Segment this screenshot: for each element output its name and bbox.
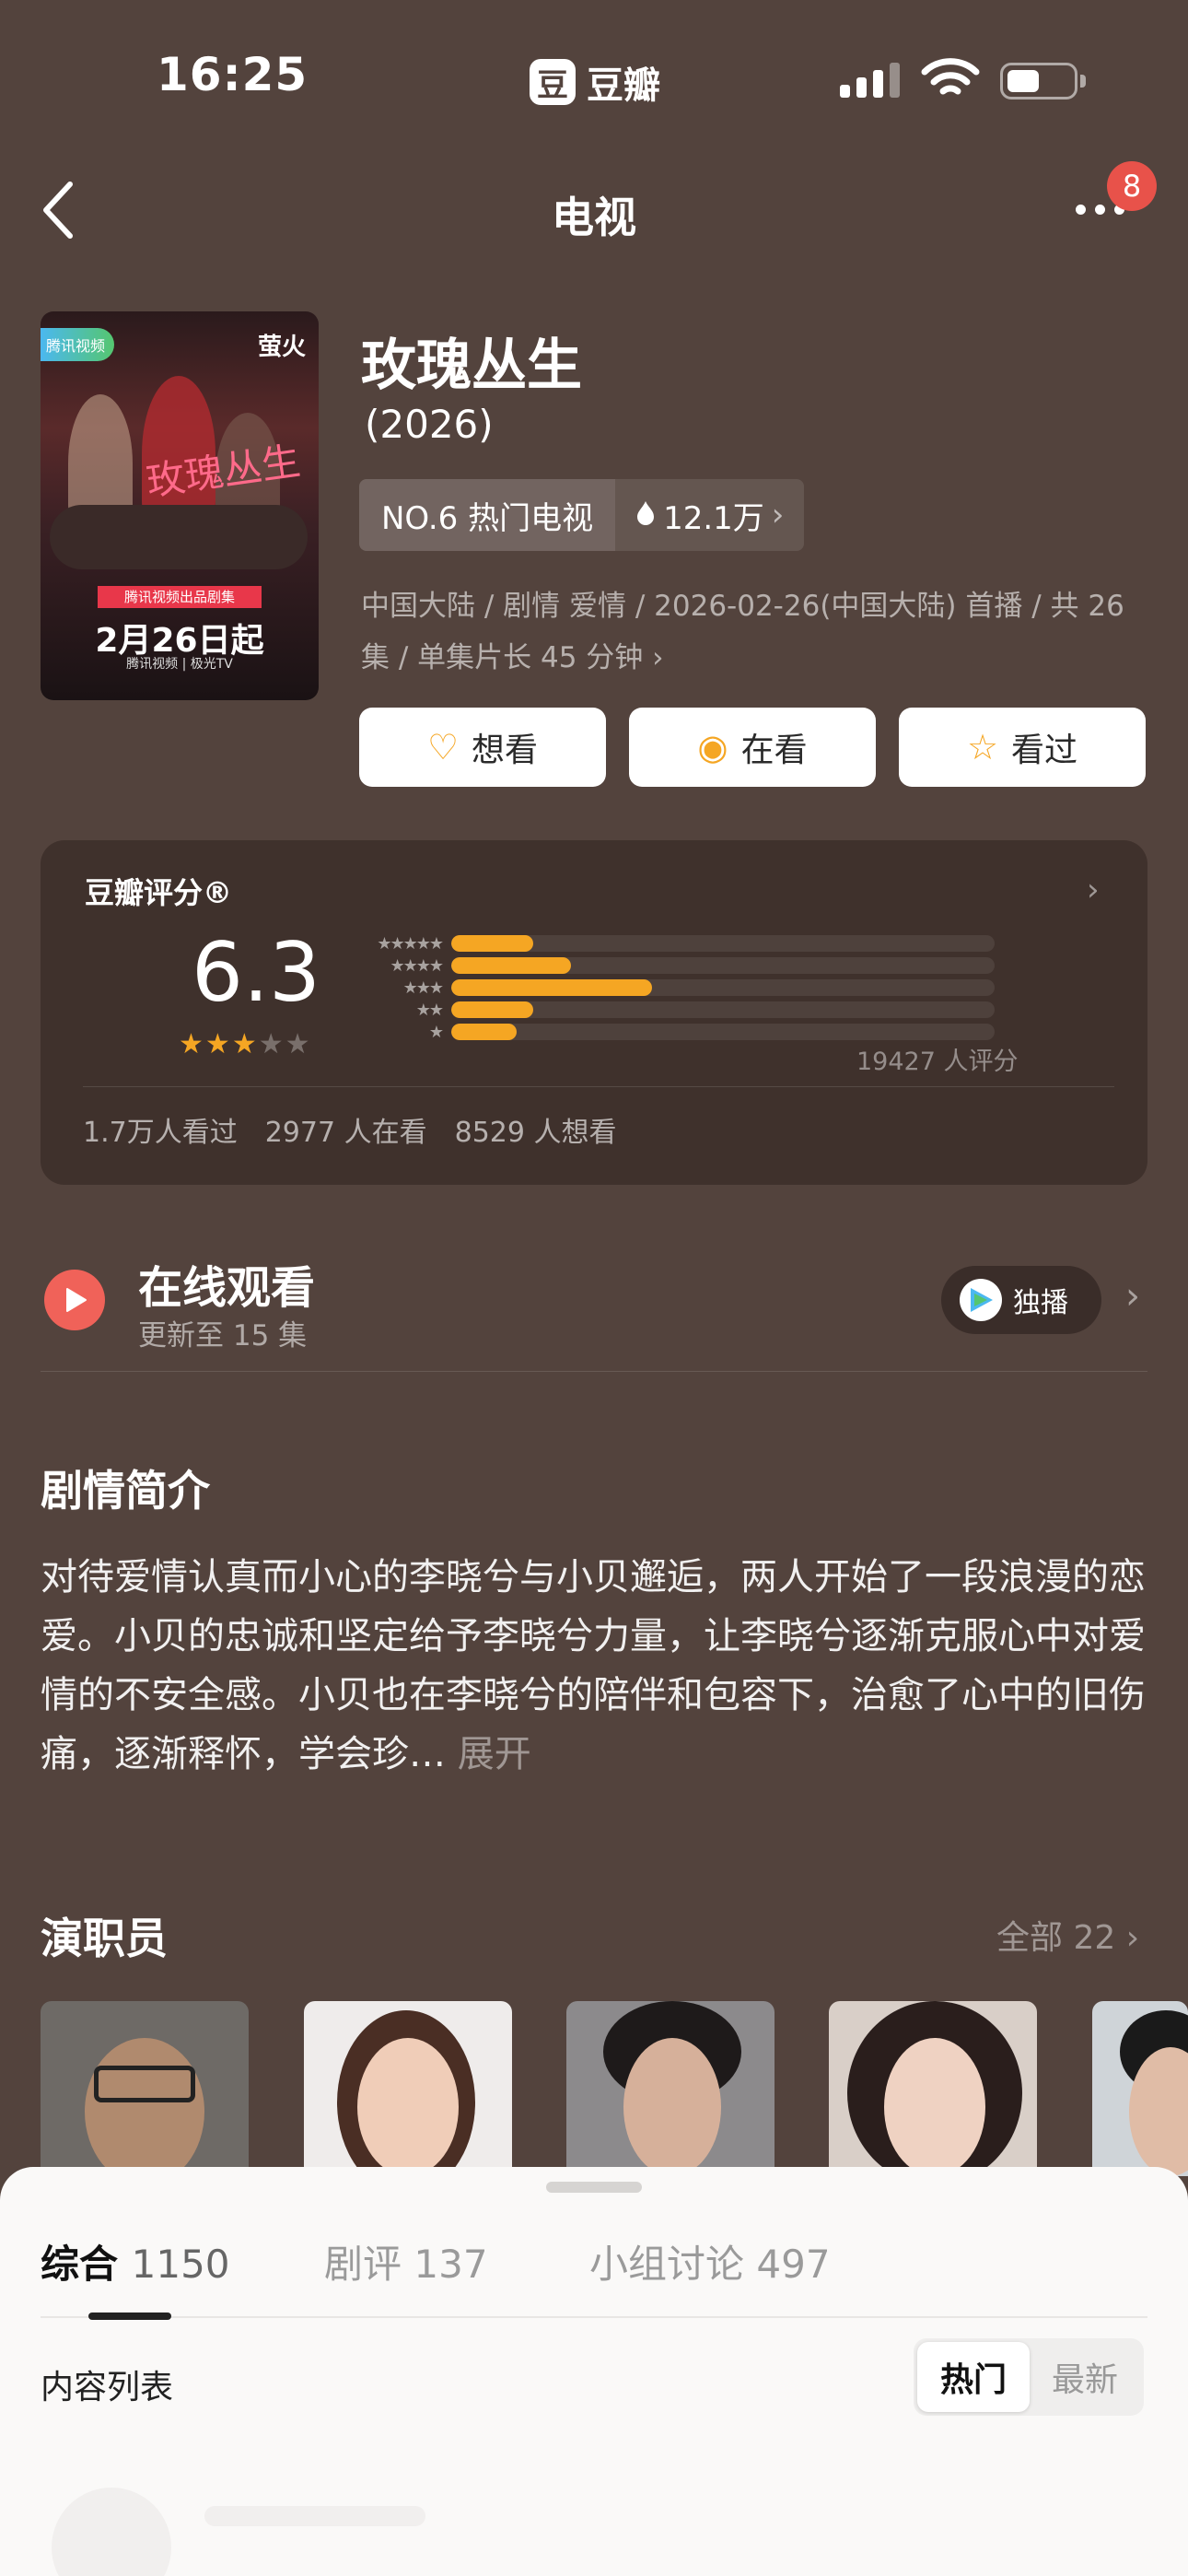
- watching-label: 在看: [740, 732, 808, 769]
- heart-plus-icon: ♡: [426, 727, 460, 767]
- notification-badge[interactable]: 8: [1107, 161, 1157, 211]
- tencent-video-icon: [960, 1279, 1002, 1321]
- sort-hot-button[interactable]: 热门: [917, 2342, 1030, 2412]
- sheet-drag-handle[interactable]: [546, 2182, 642, 2193]
- tab-count: 137: [413, 2242, 488, 2287]
- rating-score: 6.3: [192, 925, 320, 1020]
- heat-indicator: 12.1万 ›: [615, 479, 805, 551]
- synopsis-text: 对待爱情认真而小心的李晓兮与小贝邂逅，两人开始了一段浪漫的恋爱。小贝的忠诚和坚定…: [41, 1548, 1146, 1784]
- rating-row-1: ★: [354, 1022, 995, 1042]
- flame-icon: [635, 497, 656, 533]
- cast-photo[interactable]: [566, 2001, 775, 2176]
- rating-row-4: ★★★★: [354, 955, 995, 976]
- expand-link[interactable]: 展开: [458, 1733, 531, 1775]
- watching-button[interactable]: ◉ 在看: [629, 708, 876, 787]
- chevron-right-icon: ›: [1087, 872, 1100, 908]
- synopsis-title: 剧情简介: [41, 1466, 210, 1516]
- watched-label: 看过: [1011, 732, 1078, 769]
- rating-bar: [451, 1024, 517, 1040]
- poster-brand: 萤火: [257, 334, 306, 361]
- target-icon: ◉: [697, 727, 728, 767]
- chevron-right-icon: ›: [771, 497, 785, 533]
- battery-icon: [1000, 63, 1086, 100]
- cast-photo[interactable]: [304, 2001, 512, 2176]
- rating-bar: [451, 1001, 533, 1018]
- rating-row-stars: ★★: [415, 1000, 444, 1020]
- rating-bar: [451, 979, 653, 996]
- divider: [41, 1371, 1147, 1372]
- cast-all-link[interactable]: 全部 22 ›: [996, 1911, 1139, 1959]
- cast-photo[interactable]: [41, 2001, 249, 2176]
- tab-label: 小组讨论: [589, 2242, 745, 2287]
- synopsis-body: 对待爱情认真而小心的李晓兮与小贝邂逅，两人开始了一段浪漫的恋爱。小贝的忠诚和坚定…: [41, 1556, 1146, 1775]
- rank-badge[interactable]: NO.6 热门电视 12.1万 ›: [359, 479, 805, 551]
- rating-bar: [451, 957, 571, 974]
- rating-row-5: ★★★★★: [354, 933, 995, 954]
- show-meta-info[interactable]: 中国大陆 / 剧情 爱情 / 2026-02-26(中国大陆) 首播 / 共 2…: [361, 580, 1144, 684]
- star-outline-icon: ☆: [966, 727, 999, 767]
- tab-overview[interactable]: 综合 1150: [41, 2233, 230, 2289]
- star-filled-icon: ★: [204, 1028, 232, 1060]
- rating-row-2: ★★: [354, 1000, 995, 1020]
- tab-count: 1150: [131, 2242, 230, 2287]
- wifi-icon: [921, 57, 980, 103]
- rating-row-stars: ★★★: [402, 978, 444, 998]
- play-icon[interactable]: [44, 1270, 105, 1330]
- divider: [41, 2316, 1147, 2318]
- rating-stats: 1.7万人看过 2977 人在看 8529 人想看: [83, 1109, 617, 1150]
- watched-count[interactable]: 1.7万人看过: [83, 1109, 238, 1150]
- rating-row-stars: ★: [428, 1022, 444, 1042]
- tab-reviews[interactable]: 剧评 137: [324, 2233, 488, 2289]
- rank-label: NO.6 热门电视: [359, 479, 616, 551]
- tab-count: 497: [756, 2242, 831, 2287]
- online-watch-title[interactable]: 在线观看: [138, 1251, 315, 1316]
- content-list-title: 内容列表: [41, 2369, 174, 2406]
- online-watch-subtitle: 更新至 15 集: [138, 1319, 308, 1352]
- tencent-video-logo: 腾讯视频: [41, 328, 114, 361]
- cast-photo[interactable]: [1092, 2001, 1188, 2176]
- show-year: (2026): [365, 402, 494, 447]
- poster-platforms: 腾讯视频 | 极光TV: [126, 657, 233, 672]
- app-badge: 豆 豆瓣: [530, 55, 660, 109]
- want-count[interactable]: 8529 人想看: [455, 1109, 617, 1150]
- rating-row-stars: ★★★★★: [377, 933, 444, 954]
- douban-logo-icon: 豆: [530, 59, 576, 105]
- active-tab-indicator: [88, 2313, 171, 2320]
- cast-title: 演职员: [41, 1914, 168, 1963]
- star-filled-icon: ★: [231, 1028, 259, 1060]
- rating-stars: ★★★★★: [179, 1028, 312, 1060]
- exclusive-label: 独播: [1013, 1287, 1068, 1319]
- rating-row-3: ★★★: [354, 978, 995, 998]
- star-filled-icon: ★: [179, 1028, 205, 1060]
- chevron-right-icon[interactable]: ›: [1125, 1275, 1140, 1317]
- poster-production-label: 腾讯视频出品剧集: [98, 586, 262, 608]
- tab-label: 剧评: [324, 2242, 402, 2287]
- star-empty-icon: ★: [258, 1028, 285, 1060]
- watched-button[interactable]: ☆ 看过: [899, 708, 1146, 787]
- sort-toggle[interactable]: 热门 最新: [914, 2338, 1144, 2416]
- rating-row-stars: ★★★★: [390, 955, 444, 976]
- cellular-signal-icon: [840, 63, 900, 98]
- rating-count: 19427 人评分: [856, 1048, 1019, 1076]
- show-title: 玫瑰丛生: [361, 334, 582, 398]
- cast-photo[interactable]: [829, 2001, 1037, 2176]
- want-to-watch-label: 想看: [472, 732, 539, 769]
- poster-image[interactable]: 腾讯视频 萤火 玫瑰丛生 腾讯视频出品剧集 2月26日起 腾讯视频 | 极光TV: [41, 311, 319, 700]
- rating-label: 豆瓣评分®: [85, 875, 233, 910]
- star-empty-icon: ★: [285, 1028, 312, 1060]
- app-name: 豆瓣: [587, 64, 660, 107]
- heat-value: 12.1万: [663, 499, 764, 537]
- tab-group-discussion[interactable]: 小组讨论 497: [589, 2233, 831, 2289]
- page-title: 电视: [552, 193, 636, 242]
- want-to-watch-button[interactable]: ♡ 想看: [359, 708, 606, 787]
- divider: [83, 1086, 1114, 1087]
- rating-bar: [451, 935, 533, 952]
- tab-label: 综合: [41, 2242, 119, 2287]
- sort-new-button[interactable]: 最新: [1030, 2353, 1140, 2401]
- exclusive-platform-button[interactable]: 独播: [941, 1266, 1101, 1334]
- watching-count[interactable]: 2977 人在看: [265, 1109, 427, 1150]
- loading-text-placeholder: [204, 2506, 425, 2526]
- status-time: 16:25: [157, 48, 309, 101]
